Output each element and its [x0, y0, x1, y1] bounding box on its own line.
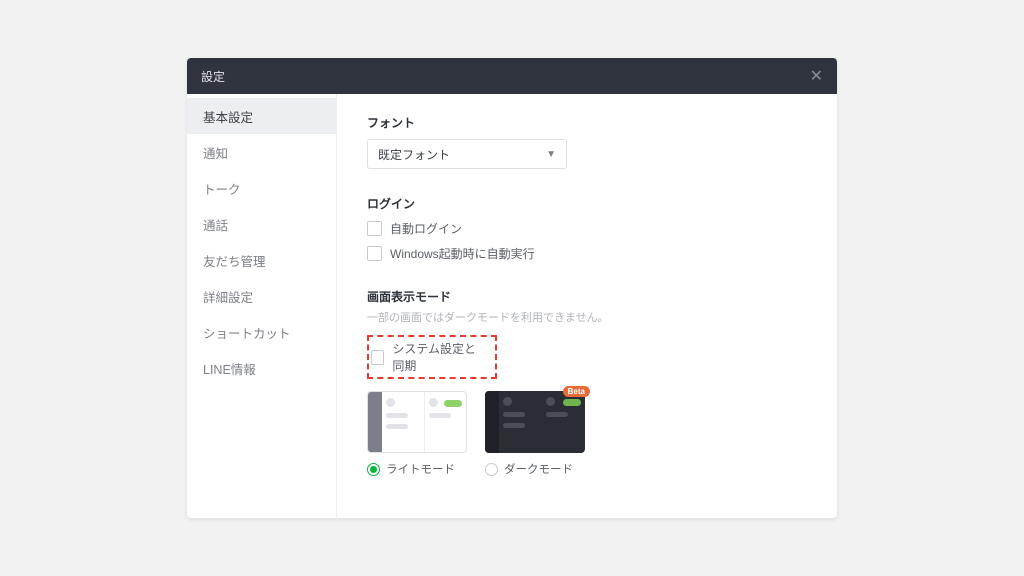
theme-options: ライトモード Beta: [367, 391, 807, 477]
theme-dark-label-row: ダークモード: [485, 461, 573, 477]
highlight-annotation: システム設定と同期: [367, 335, 497, 379]
settings-window: 設定 ✕ 基本設定 通知 トーク 通話 友だち管理 詳細設定 ショートカット L…: [187, 58, 837, 518]
theme-dark-preview: [485, 391, 585, 453]
window-title: 設定: [201, 68, 225, 85]
sidebar-item-call[interactable]: 通話: [187, 206, 336, 242]
sync-system-label: システム設定と同期: [392, 340, 487, 374]
section-login: ログイン 自動ログイン Windows起動時に自動実行: [367, 195, 807, 262]
beta-badge: Beta: [563, 386, 590, 397]
display-section-subtitle: 一部の画面ではダークモードを利用できません。: [367, 309, 807, 325]
section-font: フォント 既定フォント ▼: [367, 114, 807, 169]
font-select-value: 既定フォント: [378, 146, 450, 163]
sidebar-item-notify[interactable]: 通知: [187, 134, 336, 170]
close-icon[interactable]: ✕: [810, 66, 823, 86]
section-display: 画面表示モード 一部の画面ではダークモードを利用できません。 システム設定と同期: [367, 288, 807, 477]
theme-dark-label: ダークモード: [504, 461, 573, 477]
display-section-title: 画面表示モード: [367, 288, 807, 305]
sidebar-item-basic[interactable]: 基本設定: [187, 98, 336, 134]
auto-login-label: 自動ログイン: [390, 220, 462, 237]
titlebar: 設定 ✕: [187, 58, 837, 94]
radio-icon: [367, 463, 380, 476]
main-panel: フォント 既定フォント ▼ ログイン 自動ログイン Windows起動時に自動実…: [337, 94, 837, 518]
sidebar-item-lineinfo[interactable]: LINE情報: [187, 350, 336, 386]
sidebar-item-friends[interactable]: 友だち管理: [187, 242, 336, 278]
sidebar: 基本設定 通知 トーク 通話 友だち管理 詳細設定 ショートカット LINE情報: [187, 94, 337, 518]
checkbox-icon: [367, 246, 382, 261]
auto-login-row[interactable]: 自動ログイン: [367, 220, 807, 237]
radio-icon: [485, 463, 498, 476]
theme-light-label: ライトモード: [386, 461, 455, 477]
checkbox-icon: [367, 221, 382, 236]
startup-login-row[interactable]: Windows起動時に自動実行: [367, 245, 807, 262]
font-section-title: フォント: [367, 114, 807, 131]
sidebar-item-talk[interactable]: トーク: [187, 170, 336, 206]
theme-light-label-row: ライトモード: [367, 461, 455, 477]
window-body: 基本設定 通知 トーク 通話 友だち管理 詳細設定 ショートカット LINE情報…: [187, 94, 837, 518]
theme-dark[interactable]: Beta ダークモード: [485, 391, 585, 477]
sidebar-item-advanced[interactable]: 詳細設定: [187, 278, 336, 314]
theme-light-preview: [367, 391, 467, 453]
checkbox-icon: [371, 350, 384, 365]
sidebar-item-shortcut[interactable]: ショートカット: [187, 314, 336, 350]
caret-down-icon: ▼: [546, 149, 556, 160]
font-select[interactable]: 既定フォント ▼: [367, 139, 567, 169]
theme-light[interactable]: ライトモード: [367, 391, 467, 477]
sync-system-row[interactable]: システム設定と同期: [371, 340, 487, 374]
login-section-title: ログイン: [367, 195, 807, 212]
startup-login-label: Windows起動時に自動実行: [390, 245, 535, 262]
